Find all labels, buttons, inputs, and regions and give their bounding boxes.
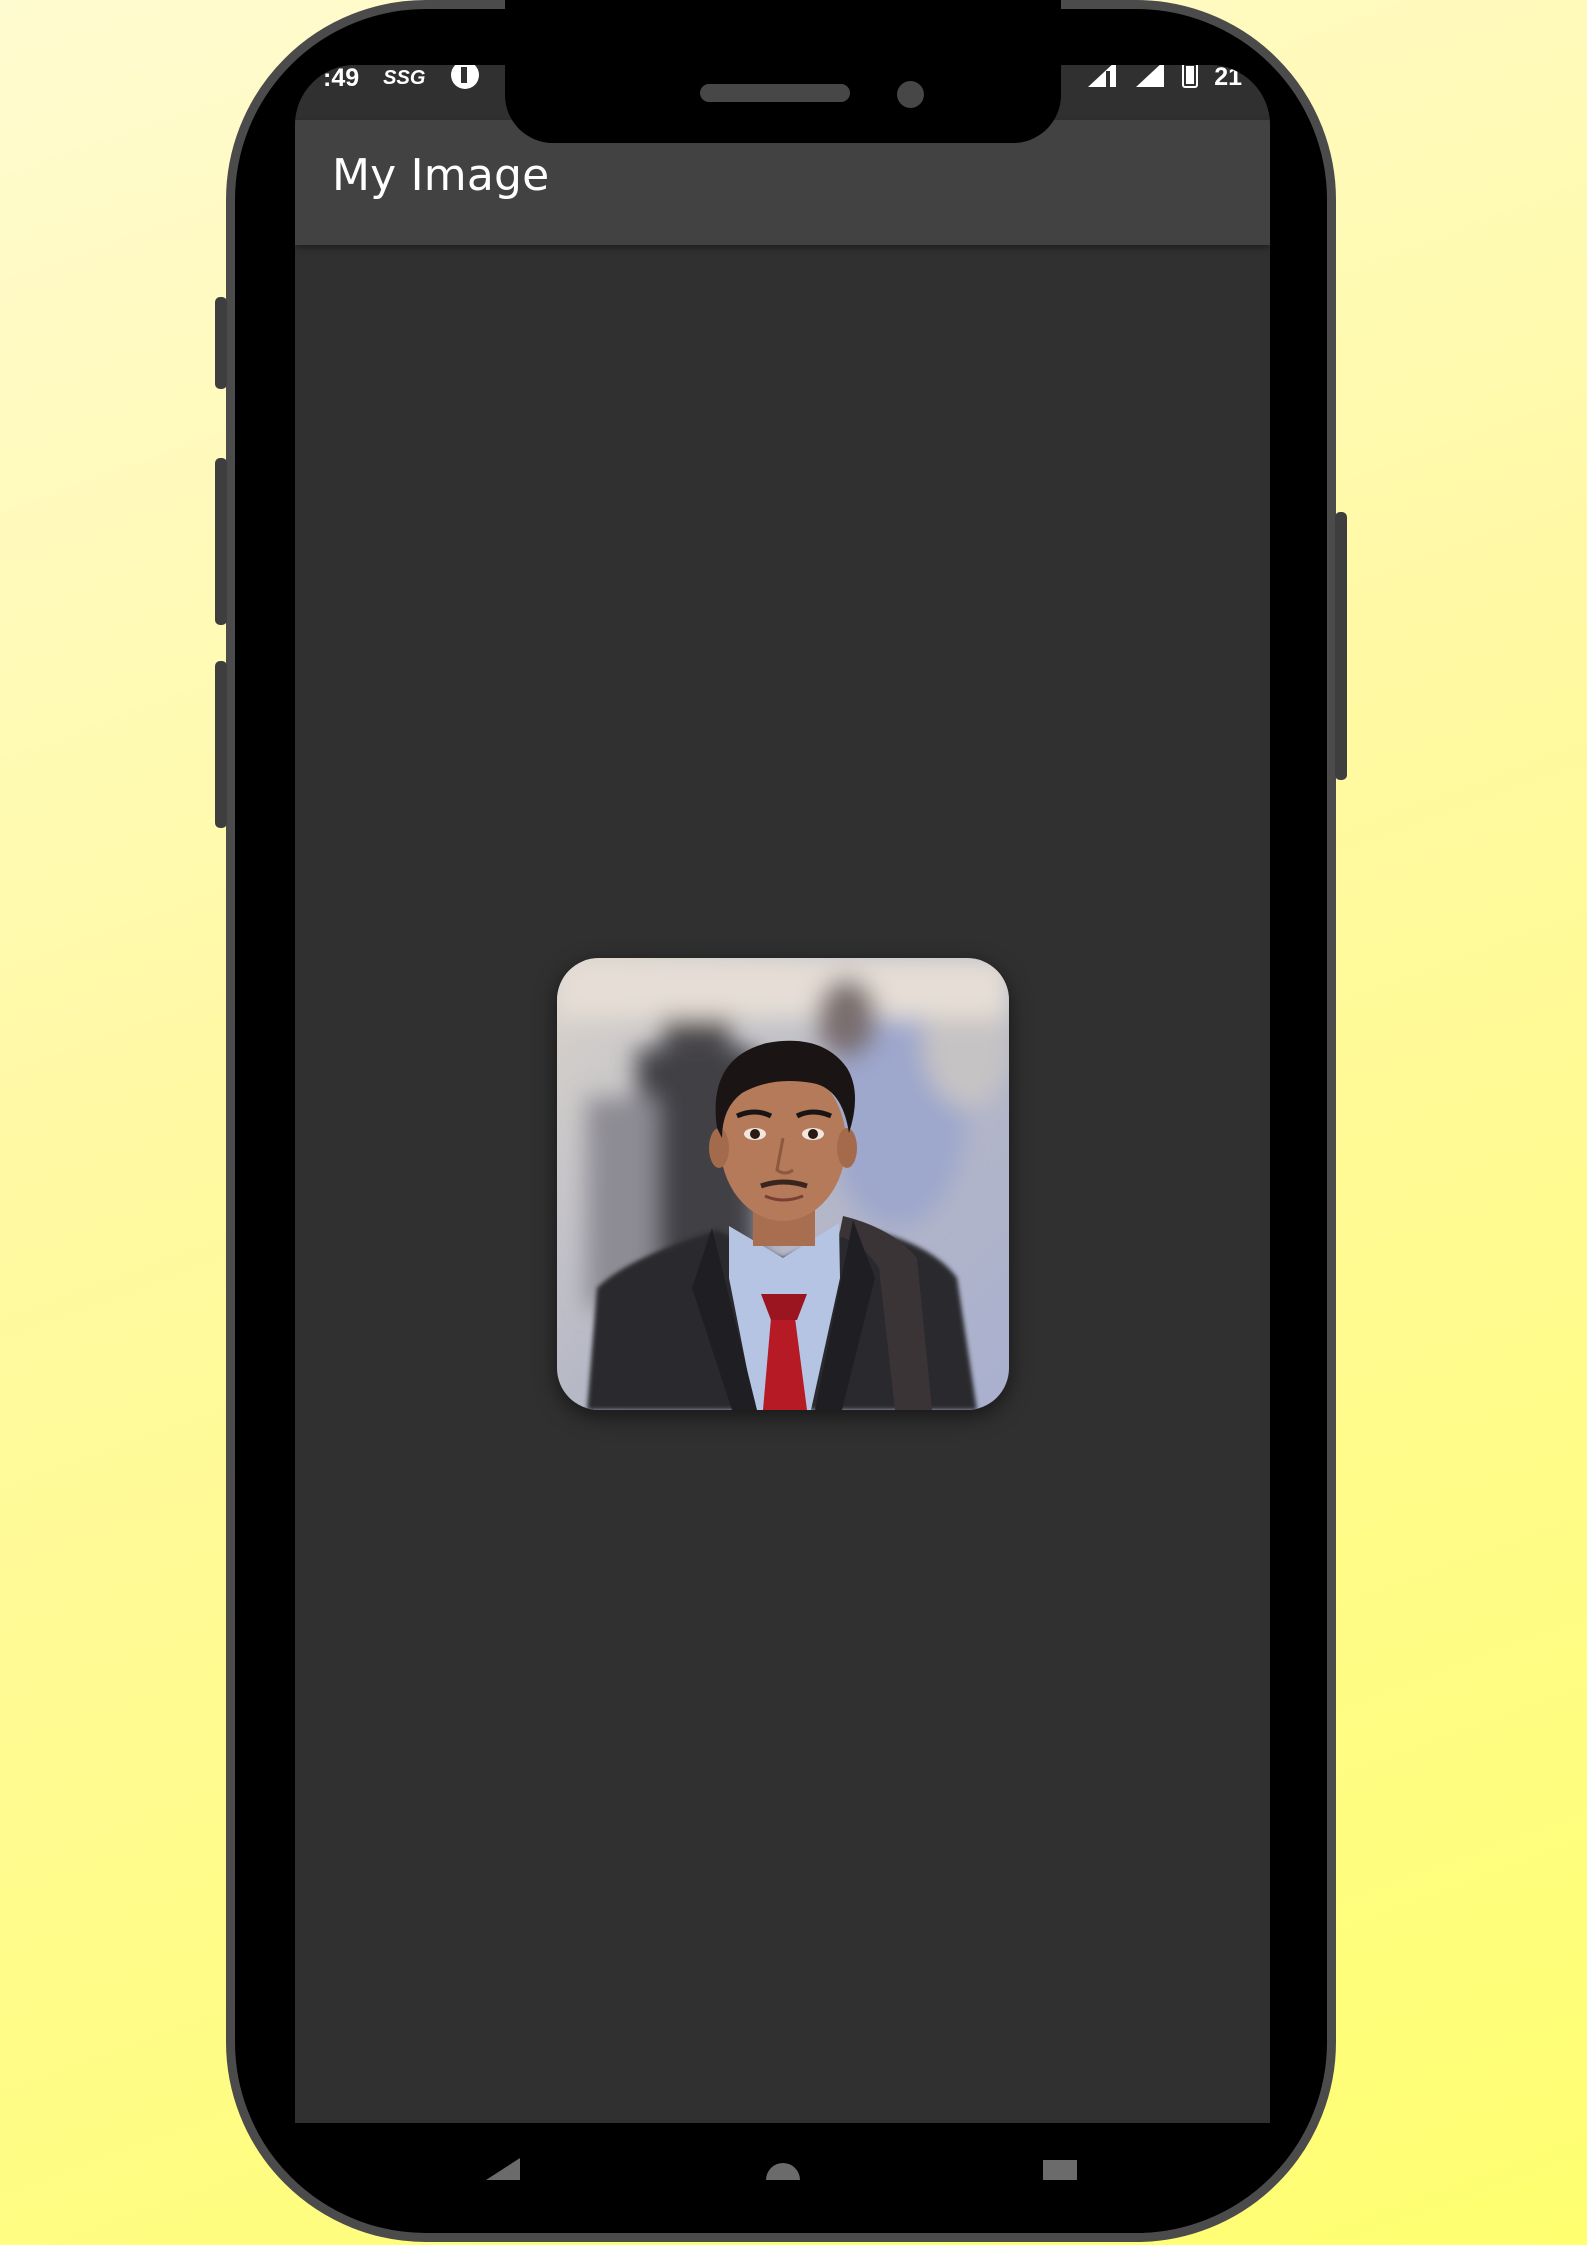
home-button[interactable]	[766, 2158, 800, 2185]
power-button	[1335, 512, 1347, 780]
back-button[interactable]	[486, 2158, 520, 2185]
wifi-signal-icon	[1086, 65, 1118, 96]
app-title: My Image	[332, 150, 550, 201]
profile-photo-illustration	[557, 958, 1009, 1410]
carrier-tag: SSG	[383, 67, 426, 89]
volume-up-button	[215, 458, 227, 625]
recents-button[interactable]	[1043, 2158, 1077, 2185]
notification-icon	[449, 65, 481, 98]
cell-signal-icon	[1134, 65, 1166, 96]
home-circle-icon	[766, 2163, 800, 2180]
recents-square-icon	[1043, 2160, 1077, 2180]
status-time: :49	[323, 65, 360, 92]
earpiece-speaker	[700, 84, 850, 102]
front-camera	[897, 81, 924, 108]
back-triangle-icon	[486, 2158, 520, 2180]
battery-icon	[1182, 65, 1199, 95]
navigation-bar	[297, 2123, 1268, 2213]
mute-switch	[215, 297, 227, 389]
battery-level: 21	[1214, 65, 1242, 91]
volume-down-button	[215, 661, 227, 828]
phone-screen: :49 SSG 21 My Image	[295, 65, 1270, 2123]
phone-notch	[505, 0, 1061, 143]
profile-photo[interactable]	[557, 958, 1009, 1410]
